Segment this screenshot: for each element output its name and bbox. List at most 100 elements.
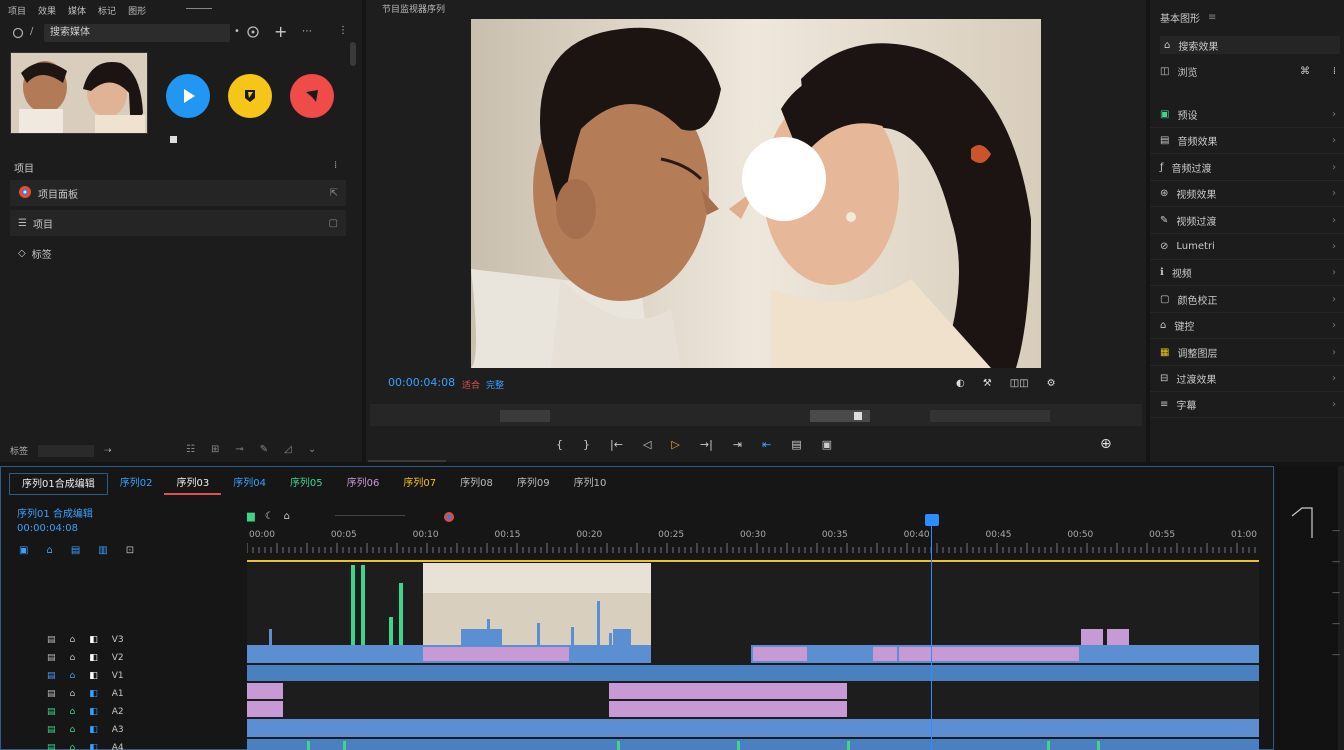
track-toggle-icon[interactable]: ▤ [47,653,56,663]
tool-chevron-icon[interactable]: ⌄ [308,444,316,455]
track-lock-icon[interactable]: ⌂ [70,653,76,663]
track-toggle-icon[interactable]: ▤ [47,689,56,699]
more-options-icon[interactable]: ⋯ [302,26,312,37]
media-thumbnail[interactable] [10,52,148,134]
track-visibility-icon[interactable]: ◧ [89,689,98,699]
chevron-right-icon[interactable]: › [1332,399,1336,410]
overwrite-icon[interactable]: ⇤ [762,438,771,451]
track-lock-icon[interactable]: ⌂ [70,635,76,645]
wrench-icon[interactable]: ⚒ [983,378,992,389]
chevron-right-icon[interactable]: › [1332,320,1336,331]
track-visibility-icon[interactable]: ◧ [89,653,98,663]
dropdown-dot-icon[interactable]: • [234,26,240,37]
step-back-icon[interactable]: ◁ [643,438,651,451]
moon-icon[interactable]: ☾ [265,511,274,522]
tool-sort-icon[interactable]: ◿ [284,444,292,455]
track-visibility-icon[interactable]: ◧ [89,725,98,735]
lock-icon[interactable]: ⌂ [284,511,290,522]
record-button[interactable] [290,74,334,118]
work-area-bar[interactable] [247,560,1259,562]
tab-sequence-02[interactable]: 序列02 [108,473,165,495]
track-lock-icon[interactable]: ⌂ [70,707,76,717]
chevron-right-icon[interactable]: › [1332,109,1336,120]
track-visibility-icon[interactable]: ◧ [89,743,98,750]
sequence-timecode[interactable]: 00:00:04:08 [17,523,78,534]
panel-menu-icon[interactable]: ⋮ [338,25,348,36]
go-to-in-icon[interactable]: |← [610,438,623,451]
footer-arrows-icon[interactable]: ⇢ [104,446,112,456]
track-header[interactable]: ▤ ⌂ ◧ V2 [1,649,245,667]
settings-icon[interactable]: ▥ [98,545,107,556]
tool-grid-icon[interactable]: ⊞ [211,444,219,455]
effects-list-item[interactable]: ⊛ 视频效果 › [1150,181,1344,208]
search-input[interactable]: 搜索媒体 [44,24,230,42]
chevron-right-icon[interactable]: › [1332,373,1336,384]
tab-sequence-10[interactable]: 序列10 [562,473,619,495]
panel-menu-icon[interactable]: ≡ [1208,12,1216,23]
effects-list-item[interactable]: ≡ 字幕 › [1150,392,1344,419]
go-to-out-icon[interactable]: →| [700,438,713,451]
effects-list-item[interactable]: ▤ 音频效果 › [1150,128,1344,155]
project-list-item[interactable]: ☰ 项目 ▢ [10,210,346,236]
tab-sequence-04[interactable]: 序列04 [221,473,278,495]
play-button[interactable] [166,74,210,118]
video-frame[interactable] [471,19,1041,368]
effects-list-item[interactable]: ⌂ 键控 › [1150,313,1344,340]
settings-icon[interactable]: ⚙ [1047,378,1056,389]
square-icon[interactable]: ▢ [329,218,338,229]
effects-search-input[interactable]: 搜索效果 [1178,38,1218,53]
menu-item-project[interactable]: 项目 [8,4,26,17]
timeline-ruler[interactable]: 00:00 00:05 00:10 00:15 00:20 00:25 00:30 00:35… [247,525,1259,559]
track-header[interactable]: ▤ ⌂ ◧ A2 [1,703,245,721]
track-header[interactable]: ▤ ⌂ ◧ A4 [1,739,245,750]
expand-icon[interactable]: ⇱ [330,188,338,199]
effects-list-item[interactable]: ▦ 调整图层 › [1150,340,1344,366]
project-list-item[interactable]: 项目面板 ⇱ [10,180,346,206]
chevron-right-icon[interactable]: › [1332,267,1336,278]
marker-button[interactable] [228,74,272,118]
track-toggle-icon[interactable]: ▤ [47,743,56,750]
track-toggle-icon[interactable]: ▤ [47,671,56,681]
timeline-green-icon[interactable]: ▆ [247,511,255,522]
quality-dropdown[interactable]: 完整 [486,378,504,391]
tab-sequence-05[interactable]: 序列05 [278,473,335,495]
track-visibility-icon[interactable]: ◧ [89,707,98,717]
chrome-icon[interactable] [443,511,455,526]
fit-dropdown[interactable]: 适合 [462,378,480,391]
monitor-scrubber[interactable] [370,404,1142,426]
effects-list-item[interactable]: ƒ 音频过渡 › [1150,155,1344,181]
lift-icon[interactable]: ▤ [791,438,801,451]
effects-list-item[interactable]: ℹ 视频 › [1150,260,1344,287]
track-lock-icon[interactable]: ⌂ [70,743,76,750]
safe-margins-icon[interactable]: ◐ [956,378,965,389]
menu-item-markers[interactable]: 标记 [98,4,116,17]
more-icon[interactable]: ⁞ [1333,66,1336,77]
caption-icon[interactable]: ⊡ [126,545,134,556]
refresh-icon[interactable] [246,25,260,42]
playhead[interactable] [931,515,932,750]
menu-item-graphics[interactable]: 图形 [128,4,146,17]
track-header[interactable]: ▤ ⌂ ◧ V3 [1,631,245,649]
effects-list-item[interactable]: ⊘ Lumetri › [1150,234,1344,260]
tool-list-icon[interactable]: ☷ [186,444,195,455]
chevron-right-icon[interactable]: › [1332,294,1336,305]
tab-sequence-08[interactable]: 序列08 [448,473,505,495]
filter-icon[interactable]: ⌘ [1300,66,1310,77]
track-header[interactable]: ▤ ⌂ ◧ A1 [1,685,245,703]
effects-list-item[interactable]: ▢ 颜色校正 › [1150,287,1344,313]
add-button-icon[interactable]: ⊕ [1100,436,1112,452]
add-icon[interactable]: + [274,22,287,41]
play-forward-icon[interactable]: ▷ [671,438,679,451]
track-toggle-icon[interactable]: ▤ [47,725,56,735]
project-scrollbar[interactable] [350,42,356,66]
track-header[interactable]: ▤ ⌂ ◧ A3 [1,721,245,739]
project-list-item[interactable]: ◇ 标签 [10,240,346,266]
compare-icon[interactable]: ◫◫ [1010,378,1029,389]
mark-in-icon[interactable]: { [556,438,563,451]
extract-icon[interactable]: ▣ [822,438,832,451]
chevron-right-icon[interactable]: › [1332,347,1336,358]
insert-icon[interactable]: ⇥ [733,438,742,451]
chevron-right-icon[interactable]: › [1332,241,1336,252]
chevron-right-icon[interactable]: › [1332,188,1336,199]
effects-list-item[interactable]: ▣ 预设 › [1150,102,1344,128]
